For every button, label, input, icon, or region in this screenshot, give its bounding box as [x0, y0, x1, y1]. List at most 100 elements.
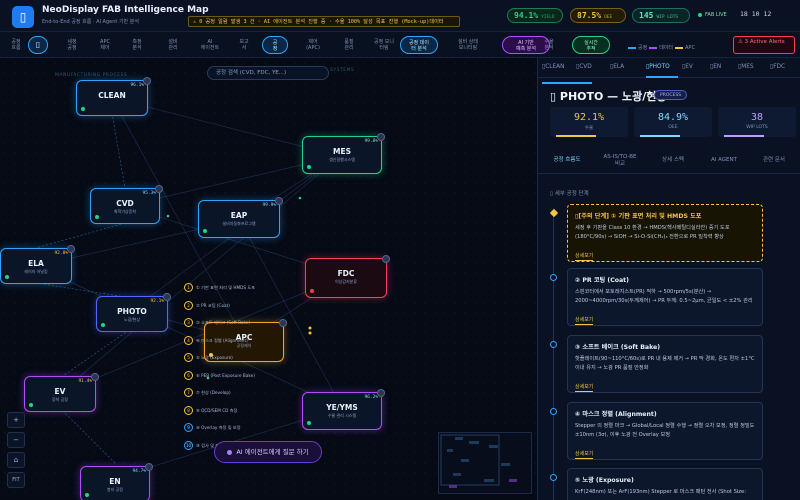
ai-spark-icon	[227, 449, 233, 455]
node-status-dot-icon	[101, 323, 105, 327]
process-node-ev[interactable]: 91.4% EV 증착 공정	[24, 373, 99, 412]
step-detail-link[interactable]: 상세보기	[575, 384, 594, 392]
subtab-4[interactable]: 관련 문서	[752, 157, 796, 164]
node-subtitle: 설비자동화프로그램	[222, 221, 256, 226]
process-map-canvas[interactable]: MANUFACTURING PROCESS SYSTEMS 공정 검색 (CVD…	[0, 58, 537, 500]
step-detail-link[interactable]: 상세보기	[575, 317, 594, 325]
photo-substep-3[interactable]: 3③ 소프트 베이크 (Soft Bake)	[184, 318, 250, 328]
step-3[interactable]: APC 제어	[92, 36, 118, 54]
node-yield: 94.7%	[132, 469, 146, 474]
tab-fdc[interactable]: ▯FDC	[770, 64, 785, 70]
photo-substep-7[interactable]: 7⑦ 현상 (Develop)	[184, 388, 231, 398]
step-detail-link[interactable]: 상세보기	[575, 451, 594, 459]
photo-substep-8[interactable]: 8⑧ OCD/SEM CD 측정	[184, 405, 237, 416]
step-card-4[interactable]: ④ 마스크 정렬 (Alignment) Stepper 의 정렬 마크 → Gl…	[567, 402, 763, 460]
process-node-fdc[interactable]: FDC 이상감지분류	[305, 255, 390, 298]
node-avatar-icon	[67, 245, 75, 253]
tab-clean[interactable]: ▯CLEAN	[542, 64, 564, 70]
step-7[interactable]: 보고 서	[230, 36, 258, 54]
node-name: MES	[333, 147, 351, 156]
search-input[interactable]: 공정 검색 (CVD, FDC, YE...)	[207, 66, 329, 80]
active-alerts-button[interactable]: ⚠ 3 Active Alerts	[733, 36, 795, 54]
step-11[interactable]: 공정 모니 터링	[366, 36, 402, 54]
photo-substep-5[interactable]: 5⑤ 노광 (Exposure)	[184, 353, 233, 363]
step-card-3[interactable]: ③ 소프트 베이크 (Soft Bake) 핫플레이트(90~110°C/60s)…	[567, 335, 763, 393]
node-name: EAP	[230, 211, 248, 220]
home-button[interactable]: ⌂	[7, 452, 25, 468]
substep-number: 7	[184, 388, 193, 397]
step-5[interactable]: 설비 관리	[156, 36, 190, 54]
clock: 18 10 12	[740, 10, 772, 18]
subtab-3[interactable]: AI AGENT	[698, 157, 750, 164]
node-avatar-icon	[377, 389, 385, 397]
zoom-out-button[interactable]: −	[7, 432, 25, 448]
subtab-2[interactable]: 상세 스펙	[650, 157, 696, 164]
step-13[interactable]: 설비 상태 모니터링	[446, 36, 490, 54]
subtab-active-indicator	[542, 82, 592, 84]
step-6[interactable]: AI 에이전트	[196, 36, 224, 54]
step-0[interactable]: 공정 흐름	[6, 36, 26, 54]
process-node-photo[interactable]: 92.1% PHOTO 노광/현상	[96, 293, 171, 332]
timeline-dot-icon	[550, 274, 557, 281]
process-node-mes[interactable]: 99.8% MES 생산실행시스템	[302, 133, 385, 174]
photo-substep-2[interactable]: 2② PR 코팅 (Coat)	[184, 300, 230, 311]
tab-ev[interactable]: ▯EV	[682, 64, 693, 70]
step-16[interactable]: 실시간 추적	[572, 36, 610, 54]
zoom-in-button[interactable]: +	[7, 412, 25, 428]
section-label-right: SYSTEMS	[330, 68, 355, 73]
step-10[interactable]: 품질 관리	[336, 36, 362, 54]
live-dot-icon	[698, 12, 702, 17]
photo-substep-4[interactable]: 4④ 마스크 정렬 (Alignment)	[184, 335, 248, 346]
substep-label: ⑥ PEB (Post Exposure Bake)	[196, 372, 255, 378]
step-card-5[interactable]: ⑤ 노광 (Exposure) KrF(248nm) 또는 ArF(193nm) …	[567, 468, 763, 500]
step-1[interactable]: ▯	[28, 36, 48, 54]
photo-substep-6[interactable]: 6⑥ PEB (Post Exposure Bake)	[184, 370, 255, 381]
fit-button[interactable]: FIT	[7, 472, 25, 488]
step-detail-link[interactable]: 상세보기	[575, 253, 594, 261]
node-yield: 92.1%	[150, 299, 164, 304]
node-name: EV	[54, 387, 66, 396]
substep-number: 2	[184, 300, 193, 310]
tab-photo[interactable]: ▯PHOTO	[646, 64, 670, 70]
tab-cvd[interactable]: ▯CVD	[576, 64, 592, 70]
node-status-dot-icon	[307, 165, 311, 169]
photo-substep-1[interactable]: 1① 기판 표면 처리 및 HMDS 도포	[184, 283, 255, 293]
legend-swatch-icon	[649, 46, 658, 49]
tab-ela[interactable]: ▯ELA	[610, 64, 624, 70]
node-subtitle: 증착 공정	[52, 397, 68, 402]
node-status-dot-icon	[29, 403, 33, 407]
step-toolbar: 공정 흐름 ▯ 세정 공정 APC 제어 측정 분석 설비 관리 AI 에이전트 보고 서공 …	[0, 32, 800, 58]
node-status-dot-icon	[81, 107, 85, 111]
subtab-1[interactable]: AS-IS/TO-BE 비교	[594, 154, 646, 168]
step-12[interactable]: 공정 데이 터 분석	[400, 36, 438, 54]
node-subtitle: 이상감지분류	[334, 279, 358, 284]
process-node-ela[interactable]: 92.8% ELA 레이저 어닐링	[0, 245, 75, 284]
minimap[interactable]	[438, 432, 532, 494]
step-8[interactable]: 공 정	[262, 36, 288, 54]
subtab-0[interactable]: 공정 흐름도	[542, 157, 592, 164]
process-node-cvd[interactable]: 95.3% CVD 화학기상증착	[90, 185, 163, 224]
photo-substep-9[interactable]: 9⑨ Overlay 측정 및 보정	[184, 423, 241, 433]
step-4[interactable]: 측정 분석	[122, 36, 152, 54]
fab-live-indicator: FAB LIVE	[698, 12, 727, 18]
substep-number: 3	[184, 318, 193, 327]
tab-mes[interactable]: ▯MES	[738, 64, 754, 70]
step-card-1[interactable]: ▯[주의 단계] ① 기판 표면 처리 및 HMDS 도포 세정 후 기판을 Cl…	[567, 204, 763, 262]
step-2[interactable]: 세정 공정	[58, 36, 86, 54]
node-subtitle: 봉지 공정	[107, 487, 123, 492]
step-card-description: 세정 후 기판을 Class 10 환경 → HMDS(헥사메틸디실라잔) 증기…	[575, 225, 730, 240]
step-15[interactable]: 수율 분석	[534, 36, 564, 54]
section-label: MANUFACTURING PROCESS	[55, 73, 128, 78]
step-card-title: ⑤ 노광 (Exposure)	[575, 477, 634, 484]
process-node-clean[interactable]: 96.1% CLEAN	[76, 77, 151, 116]
node-subtitle: 화학기상증착	[113, 209, 137, 214]
step-9[interactable]: 제어 (APC)	[296, 36, 330, 54]
process-node-eap[interactable]: 99.9% EAP 설비자동화프로그램	[198, 197, 283, 238]
node-status-dot-icon	[85, 493, 89, 497]
process-node-en[interactable]: 94.7% EN 봉지 공정	[80, 463, 153, 500]
step-card-2[interactable]: ② PR 코팅 (Coat) 스핀코터에서 포토레지스트(PR) 적하 → 500…	[567, 268, 763, 326]
process-node-ye-yms[interactable]: 96.2% YE/YMS 수율 관리 시스템	[302, 389, 385, 430]
node-name: EN	[109, 477, 121, 486]
tab-en[interactable]: ▯EN	[710, 64, 721, 70]
ask-ai-agent-button[interactable]: AI 에이전트에게 질문 하기	[214, 441, 322, 463]
